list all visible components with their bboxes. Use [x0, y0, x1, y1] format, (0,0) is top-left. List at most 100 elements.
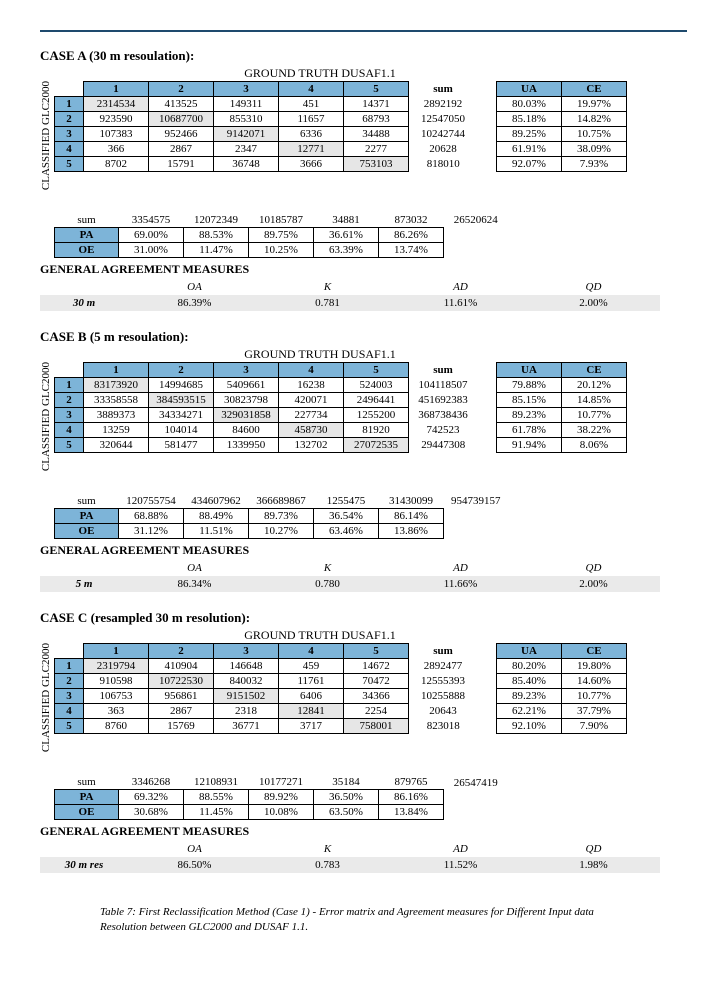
matrix-cell: 107383: [84, 127, 149, 142]
matrix-cell: 13259: [84, 423, 149, 438]
ce-cell: 20.12%: [562, 378, 627, 393]
measure-header: OA: [128, 279, 261, 295]
matrix-cell: 14672: [344, 659, 409, 674]
ce-cell: 10.77%: [562, 689, 627, 704]
pa-cell: 36.50%: [314, 790, 379, 805]
matrix-cell: 923590: [84, 112, 149, 127]
measure-value: 86.39%: [128, 295, 261, 311]
pa-label: PA: [55, 509, 119, 524]
gam-title: GENERAL AGREEMENT MEASURES: [40, 824, 687, 839]
measure-value: 11.61%: [394, 295, 527, 311]
matrix-cell: 524003: [344, 378, 409, 393]
ua-ce-table: UACE79.88%20.12%85.15%14.85%89.23%10.77%…: [496, 362, 627, 453]
row-header: 2: [55, 674, 84, 689]
col-sum: 35184: [314, 768, 379, 790]
ua-header: UA: [497, 644, 562, 659]
pa-cell: 68.88%: [119, 509, 184, 524]
row-sum: 104118507: [409, 378, 478, 393]
matrix-cell: 6406: [279, 689, 344, 704]
row-sum: 12547050: [409, 112, 478, 127]
matrix-cell: 81920: [344, 423, 409, 438]
col-header: 2: [149, 82, 214, 97]
measure-value: 0.781: [261, 295, 394, 311]
col-header: 4: [279, 644, 344, 659]
row-sum: 742523: [409, 423, 478, 438]
matrix-cell: 8760: [84, 719, 149, 734]
row-header: 3: [55, 127, 84, 142]
ce-cell: 19.97%: [562, 97, 627, 112]
oe-cell: 10.25%: [249, 243, 314, 258]
measures-table: OAKADQD5 m86.34%0.78011.66%2.00%: [40, 560, 660, 592]
oe-cell: 13.74%: [379, 243, 444, 258]
axis-label: CLASSIFIED GLC2000: [40, 81, 54, 200]
ce-cell: 19.80%: [562, 659, 627, 674]
oe-cell: 30.68%: [119, 805, 184, 820]
matrix-cell: 104014: [149, 423, 214, 438]
matrix-cell: 12771: [279, 142, 344, 157]
pa-oe-table: sum1207557544346079623666898671255475314…: [54, 487, 509, 539]
matrix-cell: 30823798: [214, 393, 279, 408]
row-header: 2: [55, 112, 84, 127]
confusion-matrix: 12345sum18317392014994685540966116238524…: [54, 362, 478, 453]
col-sum: 34881: [314, 206, 379, 228]
ua-cell: 62.21%: [497, 704, 562, 719]
ua-cell: 92.07%: [497, 157, 562, 172]
matrix-cell: 83173920: [84, 378, 149, 393]
row-header: 3: [55, 689, 84, 704]
row-sum: 2892477: [409, 659, 478, 674]
col-header: 3: [214, 82, 279, 97]
grand-total: 26547419: [444, 768, 509, 790]
ce-cell: 10.75%: [562, 127, 627, 142]
row-sum: 451692383: [409, 393, 478, 408]
col-header: 5: [344, 363, 409, 378]
cases-container: CASE A (30 m resoulation):GROUND TRUTH D…: [40, 48, 687, 887]
measure-label: 30 m res: [40, 857, 128, 873]
oe-cell: 31.12%: [119, 524, 184, 539]
pa-cell: 88.53%: [184, 228, 249, 243]
ce-cell: 38.09%: [562, 142, 627, 157]
matrix-cell: 753103: [344, 157, 409, 172]
matrix-cell: 758001: [344, 719, 409, 734]
ce-cell: 8.06%: [562, 438, 627, 453]
ua-cell: 85.15%: [497, 393, 562, 408]
col-sum: 366689867: [249, 487, 314, 509]
pa-cell: 89.75%: [249, 228, 314, 243]
matrix-cell: 910598: [84, 674, 149, 689]
matrix-cell: 2318: [214, 704, 279, 719]
matrix-cell: 36748: [214, 157, 279, 172]
matrix-cell: 15769: [149, 719, 214, 734]
matrix-cell: 410904: [149, 659, 214, 674]
row-sum: 29447308: [409, 438, 478, 453]
measure-value: 2.00%: [527, 576, 660, 592]
matrix-cell: 34488: [344, 127, 409, 142]
matrix-cell: 2319794: [84, 659, 149, 674]
ce-cell: 37.79%: [562, 704, 627, 719]
matrix-cell: 2254: [344, 704, 409, 719]
matrix-cell: 15791: [149, 157, 214, 172]
ce-cell: 14.82%: [562, 112, 627, 127]
row-header: 1: [55, 378, 84, 393]
ua-ce-table: UACE80.03%19.97%85.18%14.82%89.25%10.75%…: [496, 81, 627, 172]
caption-line2: Resolution between GLC2000 and DUSAF 1.1…: [100, 921, 308, 933]
matrix-cell: 363: [84, 704, 149, 719]
col-header: 1: [84, 644, 149, 659]
matrix-cell: 2314534: [84, 97, 149, 112]
matrix-cell: 3889373: [84, 408, 149, 423]
pa-cell: 36.54%: [314, 509, 379, 524]
col-header: 1: [84, 363, 149, 378]
oe-cell: 10.27%: [249, 524, 314, 539]
gam-title: GENERAL AGREEMENT MEASURES: [40, 543, 687, 558]
ce-cell: 14.85%: [562, 393, 627, 408]
matrix-cell: 10687700: [149, 112, 214, 127]
oe-label: OE: [55, 524, 119, 539]
measures-table: OAKADQD30 m86.39%0.78111.61%2.00%: [40, 279, 660, 311]
matrix-cell: 227734: [279, 408, 344, 423]
ua-cell: 85.18%: [497, 112, 562, 127]
pa-label: PA: [55, 790, 119, 805]
oe-cell: 11.47%: [184, 243, 249, 258]
col-sum: 10185787: [249, 206, 314, 228]
matrix-cell: 413525: [149, 97, 214, 112]
ua-header: UA: [497, 82, 562, 97]
ua-cell: 80.20%: [497, 659, 562, 674]
pa-cell: 89.73%: [249, 509, 314, 524]
